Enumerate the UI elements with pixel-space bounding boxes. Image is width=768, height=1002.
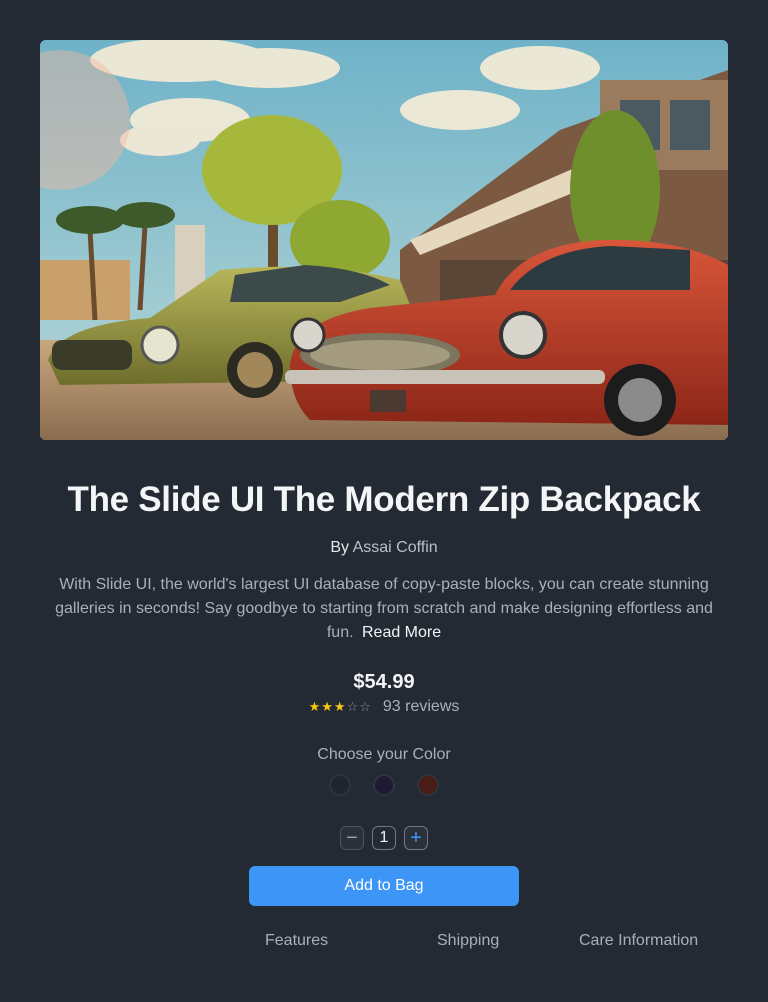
star-filled-icon: ★: [321, 699, 333, 714]
product-price: $54.99: [353, 671, 415, 693]
product-title: The Slide UI The Modern Zip Backpack: [67, 480, 701, 519]
quantity-stepper: − 1 +: [0, 826, 768, 850]
tab-features[interactable]: Features: [265, 932, 328, 950]
read-more-link[interactable]: Read More: [362, 624, 441, 641]
color-swatch-2[interactable]: [373, 774, 395, 796]
star-empty-icon: ☆: [359, 699, 371, 714]
tab-care-information[interactable]: Care Information: [579, 932, 698, 950]
color-label: Choose your Color: [317, 746, 451, 763]
byline: By Assai Coffin: [0, 539, 768, 557]
color-swatch-3[interactable]: [417, 774, 439, 796]
color-swatches: [0, 774, 768, 796]
byline-label: By: [330, 539, 350, 556]
product-page: The Slide UI The Modern Zip Backpack By …: [0, 0, 768, 1002]
star-filled-icon: ★: [308, 699, 321, 714]
minus-icon[interactable]: −: [340, 826, 364, 850]
tab-shipping[interactable]: Shipping: [437, 932, 499, 950]
product-image: [40, 40, 728, 440]
add-to-bag-button[interactable]: Add to Bag: [249, 866, 519, 906]
color-swatch-1[interactable]: [329, 774, 351, 796]
info-tabs: Features Shipping Care Information: [0, 932, 768, 954]
star-filled-icon: ★: [333, 699, 346, 714]
star-rating: ★ ★ ★ ☆ ☆: [309, 698, 371, 716]
quantity-value[interactable]: 1: [372, 826, 396, 850]
vintage-cars-illustration: [40, 40, 728, 440]
rating: ★ ★ ★ ☆ ☆ 93 reviews: [0, 698, 768, 716]
star-empty-icon: ☆: [346, 699, 359, 714]
product-description: With Slide UI, the world's largest UI da…: [46, 573, 722, 645]
author-name: Assai Coffin: [352, 539, 438, 556]
plus-icon[interactable]: +: [404, 826, 428, 850]
reviews-count[interactable]: 93 reviews: [383, 698, 459, 716]
